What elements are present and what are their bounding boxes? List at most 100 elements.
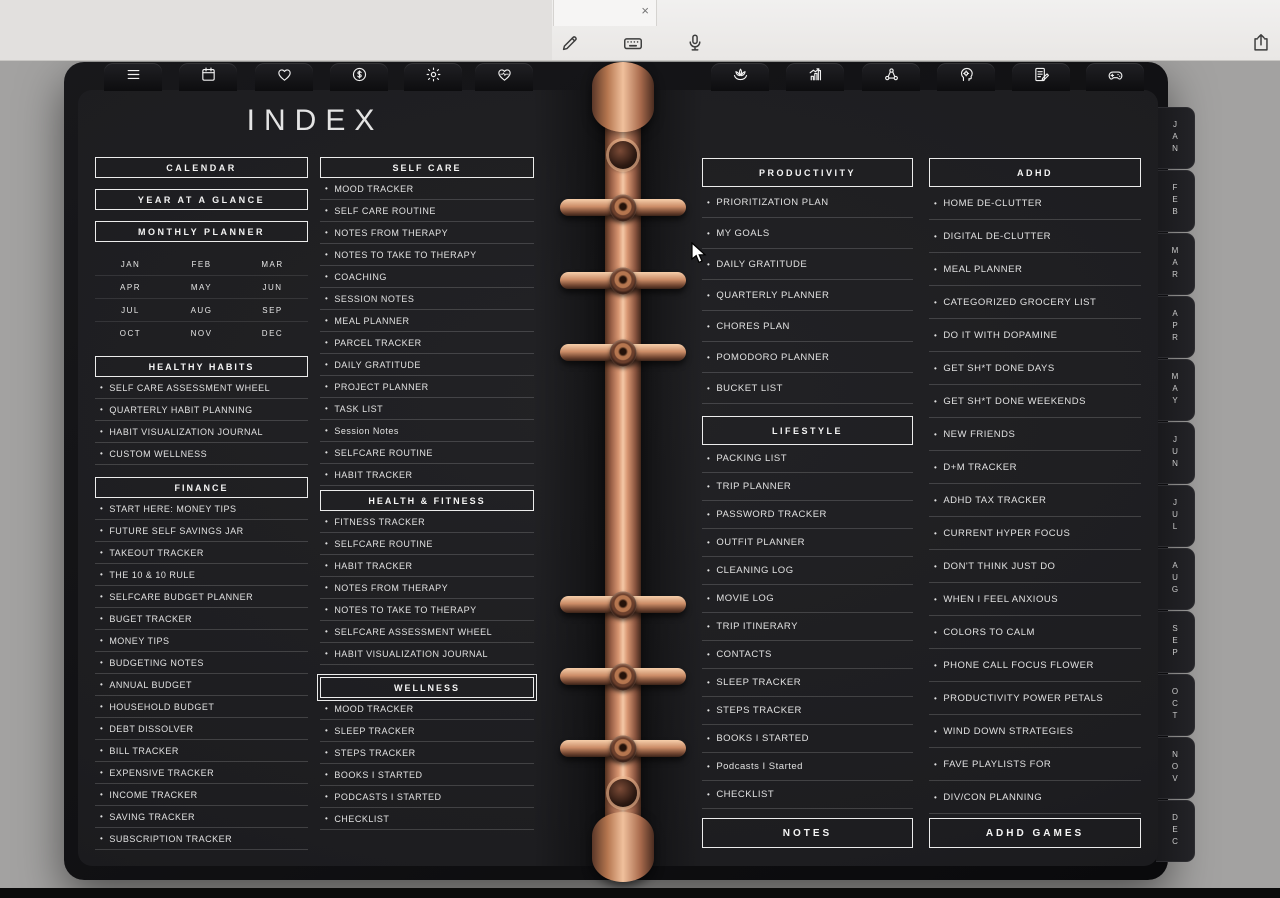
tab-lotus[interactable] — [711, 63, 769, 91]
month-tab-nov[interactable]: NOV — [1156, 737, 1195, 799]
index-item[interactable]: •PROJECT PLANNER — [320, 376, 534, 398]
index-item[interactable]: •DAILY GRATITUDE — [320, 354, 534, 376]
index-item[interactable]: •NOTES FROM THERAPY — [320, 222, 534, 244]
month-tab-jun[interactable]: JUN — [1156, 422, 1195, 484]
mic-button[interactable] — [684, 32, 706, 54]
index-item[interactable]: •MY GOALS — [702, 218, 913, 249]
index-item[interactable]: •BUGET TRACKER — [95, 608, 308, 630]
index-item[interactable]: •CHECKLIST — [320, 808, 534, 830]
index-item[interactable]: •CONTACTS — [702, 641, 913, 669]
index-item[interactable]: •SESSION NOTES — [320, 288, 534, 310]
index-item[interactable]: •TASK LIST — [320, 398, 534, 420]
month-tab-mar[interactable]: MAR — [1156, 233, 1195, 295]
index-item[interactable]: •DIV/CON PLANNING — [929, 781, 1141, 814]
index-item[interactable]: •HABIT TRACKER — [320, 464, 534, 486]
index-item[interactable]: •MOOD TRACKER — [320, 698, 534, 720]
index-item[interactable]: •MONEY TIPS — [95, 630, 308, 652]
index-item[interactable]: •NOTES TO TAKE TO THERAPY — [320, 244, 534, 266]
index-item[interactable]: •STEPS TRACKER — [702, 697, 913, 725]
index-item[interactable]: •COLORS TO CALM — [929, 616, 1141, 649]
tab-heart[interactable] — [255, 63, 313, 91]
export-button[interactable] — [1250, 32, 1272, 54]
month-cell-jul[interactable]: JUL — [95, 299, 166, 322]
index-item[interactable]: •OUTFIT PLANNER — [702, 529, 913, 557]
index-item[interactable]: •MEAL PLANNER — [320, 310, 534, 332]
index-item[interactable]: •PHONE CALL FOCUS FLOWER — [929, 649, 1141, 682]
index-item[interactable]: •HABIT VISUALIZATION JOURNAL — [95, 421, 308, 443]
index-item[interactable]: •TAKEOUT TRACKER — [95, 542, 308, 564]
index-item[interactable]: •MOOD TRACKER — [320, 178, 534, 200]
tab-growth[interactable] — [786, 63, 844, 91]
index-item[interactable]: •THE 10 & 10 RULE — [95, 564, 308, 586]
index-item[interactable]: •SAVING TRACKER — [95, 806, 308, 828]
index-item[interactable]: •NOTES TO TAKE TO THERAPY — [320, 599, 534, 621]
index-item[interactable]: •PARCEL TRACKER — [320, 332, 534, 354]
index-item[interactable]: •SELFCARE ROUTINE — [320, 442, 534, 464]
index-item[interactable]: •Session Notes — [320, 420, 534, 442]
month-cell-may[interactable]: MAY — [166, 276, 237, 299]
month-tab-jan[interactable]: JAN — [1156, 107, 1195, 169]
close-tab-button[interactable]: × — [641, 4, 649, 17]
index-item[interactable]: •PODCASTS I STARTED — [320, 786, 534, 808]
tab-community[interactable] — [862, 63, 920, 91]
index-item[interactable]: •GET SH*T DONE DAYS — [929, 352, 1141, 385]
month-tab-dec[interactable]: DEC — [1156, 800, 1195, 862]
index-item[interactable]: •ADHD TAX TRACKER — [929, 484, 1141, 517]
index-item[interactable]: •SELFCARE ROUTINE — [320, 533, 534, 555]
month-cell-nov[interactable]: NOV — [166, 322, 237, 344]
index-item[interactable]: •SELF CARE ASSESSMENT WHEEL — [95, 377, 308, 399]
index-item[interactable]: •STEPS TRACKER — [320, 742, 534, 764]
index-item[interactable]: •EXPENSIVE TRACKER — [95, 762, 308, 784]
index-item[interactable]: •WHEN I FEEL ANXIOUS — [929, 583, 1141, 616]
month-tab-sep[interactable]: SEP — [1156, 611, 1195, 673]
index-item[interactable]: •MEAL PLANNER — [929, 253, 1141, 286]
month-cell-aug[interactable]: AUG — [166, 299, 237, 322]
month-cell-apr[interactable]: APR — [95, 276, 166, 299]
notes-button[interactable]: NOTES — [702, 818, 913, 848]
index-item[interactable]: •TRIP PLANNER — [702, 473, 913, 501]
index-item[interactable]: •ANNUAL BUDGET — [95, 674, 308, 696]
tab-dollar[interactable] — [330, 63, 388, 91]
index-item[interactable]: •SLEEP TRACKER — [702, 669, 913, 697]
keyboard-button[interactable] — [622, 32, 644, 54]
index-item[interactable]: •BOOKS I STARTED — [702, 725, 913, 753]
index-item[interactable]: •START HERE: MONEY TIPS — [95, 498, 308, 520]
month-cell-sep[interactable]: SEP — [237, 299, 308, 322]
month-cell-dec[interactable]: DEC — [237, 322, 308, 344]
tab-celebrate[interactable] — [404, 63, 462, 91]
index-item[interactable]: •TRIP ITINERARY — [702, 613, 913, 641]
index-item[interactable]: •QUARTERLY PLANNER — [702, 280, 913, 311]
index-item[interactable]: •DO IT WITH DOPAMINE — [929, 319, 1141, 352]
index-item[interactable]: •FUTURE SELF SAVINGS JAR — [95, 520, 308, 542]
month-cell-feb[interactable]: FEB — [166, 253, 237, 276]
year-at-a-glance-button[interactable]: YEAR AT A GLANCE — [95, 189, 308, 210]
index-item[interactable]: •FITNESS TRACKER — [320, 511, 534, 533]
index-item[interactable]: •SELFCARE BUDGET PLANNER — [95, 586, 308, 608]
index-item[interactable]: •HABIT VISUALIZATION JOURNAL — [320, 643, 534, 665]
index-item[interactable]: •PRODUCTIVITY POWER PETALS — [929, 682, 1141, 715]
tab-mindset[interactable] — [937, 63, 995, 91]
month-cell-jun[interactable]: JUN — [237, 276, 308, 299]
index-item[interactable]: •DAILY GRATITUDE — [702, 249, 913, 280]
index-item[interactable]: •SELFCARE ASSESSMENT WHEEL — [320, 621, 534, 643]
index-item[interactable]: •NOTES FROM THERAPY — [320, 577, 534, 599]
index-item[interactable]: •CHORES PLAN — [702, 311, 913, 342]
index-item[interactable]: •CLEANING LOG — [702, 557, 913, 585]
index-item[interactable]: •MOVIE LOG — [702, 585, 913, 613]
index-item[interactable]: •BOOKS I STARTED — [320, 764, 534, 786]
index-item[interactable]: •BILL TRACKER — [95, 740, 308, 762]
monthly-planner-button[interactable]: MONTHLY PLANNER — [95, 221, 308, 242]
index-item[interactable]: •SUBSCRIPTION TRACKER — [95, 828, 308, 850]
index-item[interactable]: •CURRENT HYPER FOCUS — [929, 517, 1141, 550]
index-item[interactable]: •CATEGORIZED GROCERY LIST — [929, 286, 1141, 319]
month-tab-aug[interactable]: AUG — [1156, 548, 1195, 610]
tab-journal[interactable] — [1012, 63, 1070, 91]
index-item[interactable]: •DEBT DISSOLVER — [95, 718, 308, 740]
index-item[interactable]: •INCOME TRACKER — [95, 784, 308, 806]
index-item[interactable]: •D+M TRACKER — [929, 451, 1141, 484]
month-tab-jul[interactable]: JUL — [1156, 485, 1195, 547]
index-item[interactable]: •HOUSEHOLD BUDGET — [95, 696, 308, 718]
index-item[interactable]: •CHECKLIST — [702, 781, 913, 809]
month-tab-oct[interactable]: OCT — [1156, 674, 1195, 736]
index-item[interactable]: •COACHING — [320, 266, 534, 288]
